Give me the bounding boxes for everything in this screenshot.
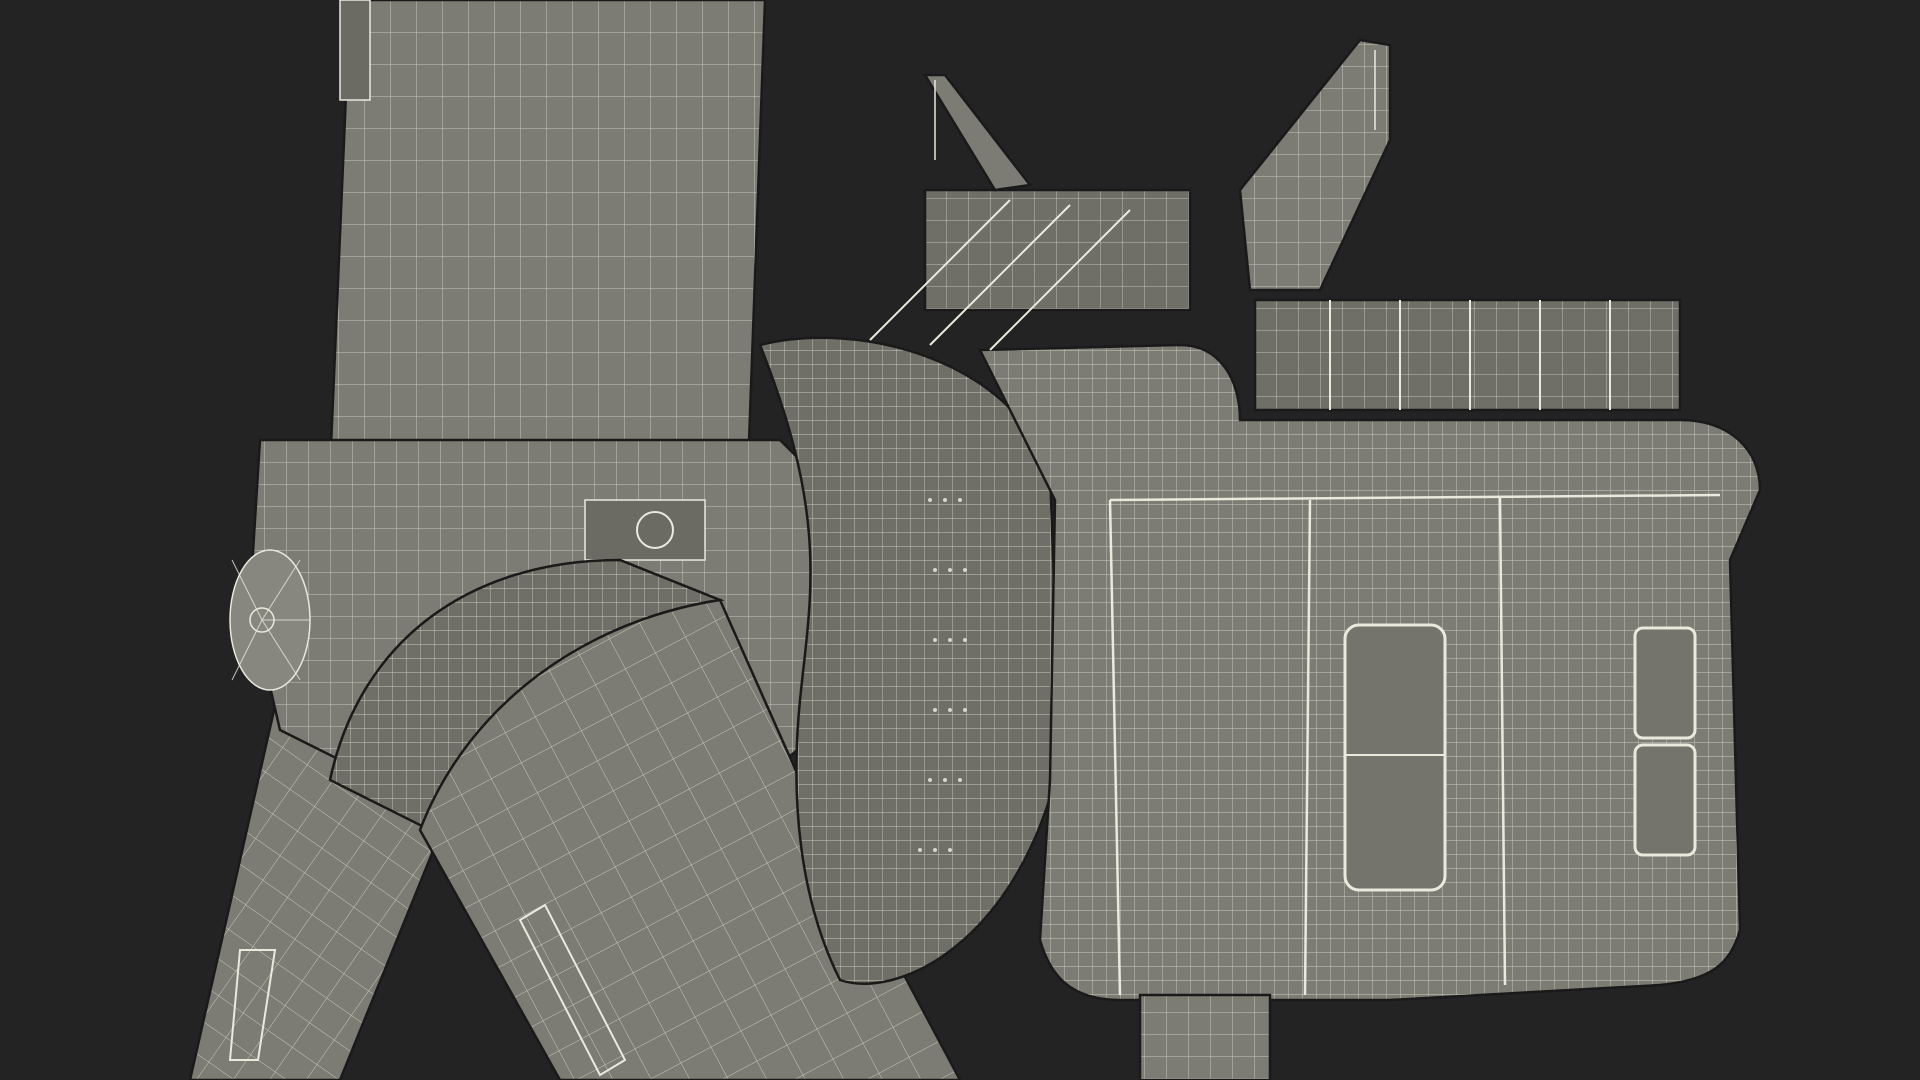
side-hatch-left xyxy=(1343,623,1447,892)
turbine-wireframe-render xyxy=(0,0,1920,1080)
side-hatch-right-lower xyxy=(1633,743,1697,857)
upper-blade xyxy=(328,0,767,472)
side-hatch-right-upper xyxy=(1633,626,1697,740)
tower xyxy=(1138,993,1272,1080)
